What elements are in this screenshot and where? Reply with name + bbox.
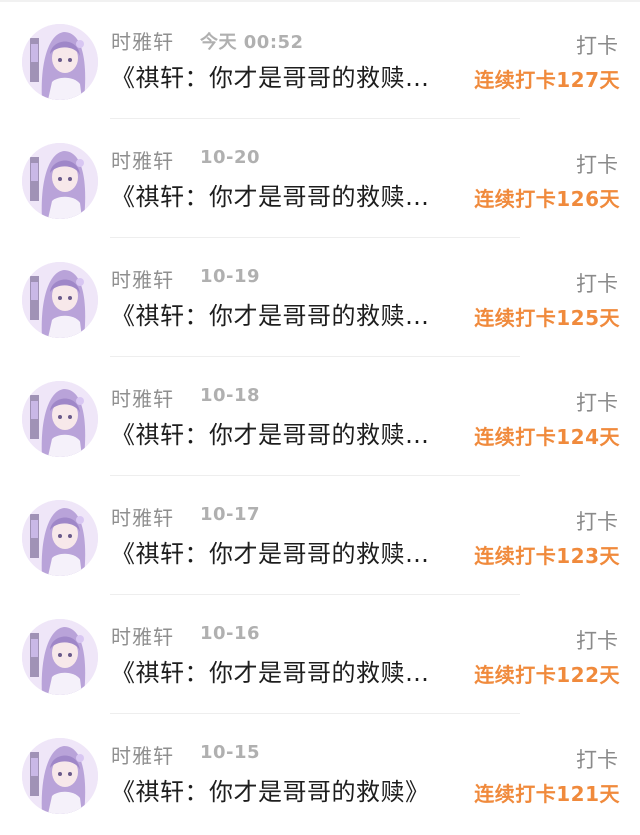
streak-label: 连续打卡126天: [474, 187, 620, 211]
anime-girl-avatar-icon[interactable]: [22, 262, 98, 338]
anime-girl-avatar-icon[interactable]: [22, 738, 98, 814]
list-item[interactable]: 时雅轩 10-18 《祺轩：你才是哥哥的救赎… 打卡 连续打卡124天: [0, 357, 640, 476]
post-type-label: 打卡: [576, 34, 618, 58]
post-title[interactable]: 《祺轩：你才是哥哥的救赎…: [111, 534, 467, 569]
streak-label: 连续打卡124天: [474, 425, 620, 449]
post-title[interactable]: 《祺轩：你才是哥哥的救赎…: [111, 177, 467, 212]
author-name[interactable]: 时雅轩: [111, 740, 174, 769]
post-title[interactable]: 《祺轩：你才是哥哥的救赎…: [111, 296, 467, 331]
streak-label: 连续打卡122天: [474, 663, 620, 687]
author-name[interactable]: 时雅轩: [111, 502, 174, 531]
author-name[interactable]: 时雅轩: [111, 621, 174, 650]
list-item[interactable]: 时雅轩 10-19 《祺轩：你才是哥哥的救赎… 打卡 连续打卡125天: [0, 238, 640, 357]
post-type-label: 打卡: [576, 510, 618, 534]
anime-girl-avatar-icon[interactable]: [22, 500, 98, 576]
list-item[interactable]: 时雅轩 今天 00:52 《祺轩：你才是哥哥的救赎… 打卡 连续打卡127天: [0, 0, 640, 119]
post-type-label: 打卡: [576, 748, 618, 772]
author-name[interactable]: 时雅轩: [111, 383, 174, 412]
streak-label: 连续打卡123天: [474, 544, 620, 568]
post-title[interactable]: 《祺轩：你才是哥哥的救赎》: [111, 772, 467, 807]
anime-girl-avatar-icon[interactable]: [22, 381, 98, 457]
anime-girl-avatar-icon[interactable]: [22, 619, 98, 695]
anime-girl-avatar-icon[interactable]: [22, 143, 98, 219]
author-name[interactable]: 时雅轩: [111, 264, 174, 293]
streak-label: 连续打卡125天: [474, 306, 620, 330]
post-time: 10-19: [200, 266, 261, 287]
post-time: 10-18: [200, 385, 261, 406]
post-type-label: 打卡: [576, 391, 618, 415]
post-time: 10-16: [200, 623, 261, 644]
list-item[interactable]: 时雅轩 10-16 《祺轩：你才是哥哥的救赎… 打卡 连续打卡122天: [0, 595, 640, 714]
post-type-label: 打卡: [576, 272, 618, 296]
author-name[interactable]: 时雅轩: [111, 26, 174, 55]
post-title[interactable]: 《祺轩：你才是哥哥的救赎…: [111, 415, 467, 450]
post-type-label: 打卡: [576, 153, 618, 177]
post-time: 10-20: [200, 147, 261, 168]
post-type-label: 打卡: [576, 629, 618, 653]
list-item[interactable]: 时雅轩 10-17 《祺轩：你才是哥哥的救赎… 打卡 连续打卡123天: [0, 476, 640, 595]
streak-label: 连续打卡127天: [474, 68, 620, 92]
streak-label: 连续打卡121天: [474, 782, 620, 806]
list-item[interactable]: 时雅轩 10-20 《祺轩：你才是哥哥的救赎… 打卡 连续打卡126天: [0, 119, 640, 238]
anime-girl-avatar-icon[interactable]: [22, 24, 98, 100]
checkin-feed: 时雅轩 今天 00:52 《祺轩：你才是哥哥的救赎… 打卡 连续打卡127天 时…: [0, 0, 640, 835]
post-time: 10-17: [200, 504, 261, 525]
post-title[interactable]: 《祺轩：你才是哥哥的救赎…: [111, 58, 467, 93]
author-name[interactable]: 时雅轩: [111, 145, 174, 174]
post-title[interactable]: 《祺轩：你才是哥哥的救赎…: [111, 653, 467, 688]
post-time: 10-15: [200, 742, 261, 763]
list-item[interactable]: 时雅轩 10-15 《祺轩：你才是哥哥的救赎》 打卡 连续打卡121天: [0, 714, 640, 833]
post-time: 今天 00:52: [200, 32, 304, 53]
